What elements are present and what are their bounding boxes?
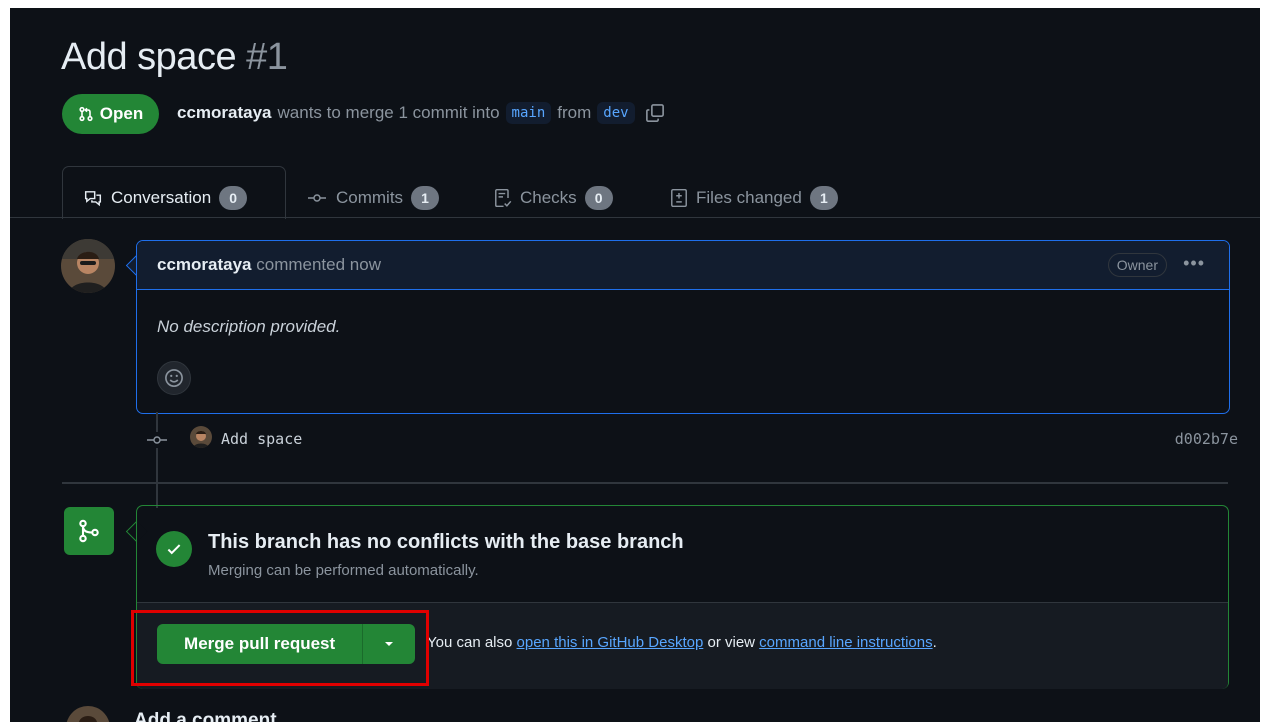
- help-mid: or view: [707, 634, 755, 651]
- author-link[interactable]: ccmorataya: [177, 103, 272, 123]
- current-user-avatar: [66, 706, 110, 722]
- status-text: Open: [99, 104, 144, 123]
- command-line-link[interactable]: command line instructions: [759, 634, 932, 651]
- base-branch[interactable]: main: [505, 102, 552, 124]
- status-badge: Open: [62, 94, 159, 134]
- annotation-highlight: [131, 610, 429, 686]
- pr-meta: ccmorataya wants to merge 1 commit into …: [177, 102, 665, 124]
- tab-counter: 1: [411, 186, 440, 210]
- tab-commits[interactable]: Commits 1: [306, 178, 440, 218]
- comment-body: No description provided.: [157, 317, 341, 336]
- check-icon: [167, 544, 181, 555]
- merge-status-title: This branch has no conflicts with the ba…: [208, 531, 684, 553]
- merge-help-text: You can also open this in GitHub Desktop…: [427, 634, 937, 651]
- add-comment-heading: Add a comment: [134, 710, 277, 722]
- tab-label: Files changed: [696, 188, 802, 207]
- tab-label: Commits: [336, 188, 404, 207]
- commit-message[interactable]: Add space: [221, 430, 302, 448]
- page-title: Add space #1: [61, 36, 288, 79]
- comment-author[interactable]: ccmorataya: [157, 255, 252, 274]
- comment-action[interactable]: commented now: [256, 255, 381, 274]
- pr-title-text: Add space: [61, 36, 237, 78]
- timeline-line: [156, 412, 158, 508]
- owner-badge: Owner: [1107, 253, 1167, 277]
- git-commit-icon: [308, 194, 326, 202]
- copy-icon[interactable]: [645, 103, 665, 123]
- help-prefix: You can also: [427, 634, 513, 651]
- kebab-menu-icon[interactable]: •••: [1183, 253, 1205, 274]
- commit-avatar[interactable]: [190, 426, 212, 448]
- open-desktop-link[interactable]: open this in GitHub Desktop: [517, 634, 704, 651]
- comment-header: ccmorataya commented now Owner •••: [137, 241, 1229, 290]
- meta-text: wants to merge 1 commit into: [277, 103, 500, 122]
- checklist-icon: [495, 188, 512, 208]
- pr-number: #1: [246, 36, 288, 78]
- from-text: from: [557, 103, 592, 122]
- add-reaction-button[interactable]: [157, 361, 191, 395]
- head-branch[interactable]: dev: [597, 102, 635, 124]
- tab-files-changed[interactable]: Files changed 1: [670, 178, 838, 218]
- tab-checks[interactable]: Checks 0: [494, 178, 613, 218]
- tab-counter: 0: [584, 186, 613, 210]
- check-status: [156, 531, 192, 567]
- tab-counter: 0: [219, 186, 248, 210]
- comment-card: ccmorataya commented now Owner ••• No de…: [136, 240, 1230, 414]
- comment-discussion-icon: [84, 191, 102, 207]
- tab-label: Checks: [520, 188, 577, 207]
- file-diff-icon: [671, 188, 687, 208]
- comment-meta: ccmorataya commented now: [157, 255, 381, 275]
- git-pull-request-icon: [79, 106, 93, 122]
- git-commit-icon: [145, 432, 169, 448]
- tab-label: Conversation: [111, 188, 212, 207]
- tab-counter: 1: [809, 186, 838, 210]
- git-merge-icon: [79, 519, 99, 543]
- help-suffix: .: [932, 634, 937, 651]
- smiley-icon: [165, 369, 183, 387]
- merge-status-icon: [64, 507, 114, 555]
- tab-conversation[interactable]: Conversation 0: [83, 178, 248, 218]
- avatar[interactable]: [61, 239, 115, 293]
- merge-status-subtitle: Merging can be performed automatically.: [208, 562, 479, 579]
- commit-sha[interactable]: d002b7e: [1175, 430, 1238, 448]
- pull-request-page: Add space #1 Open ccmorataya wants to me…: [10, 8, 1260, 722]
- timeline-divider: [62, 482, 1228, 484]
